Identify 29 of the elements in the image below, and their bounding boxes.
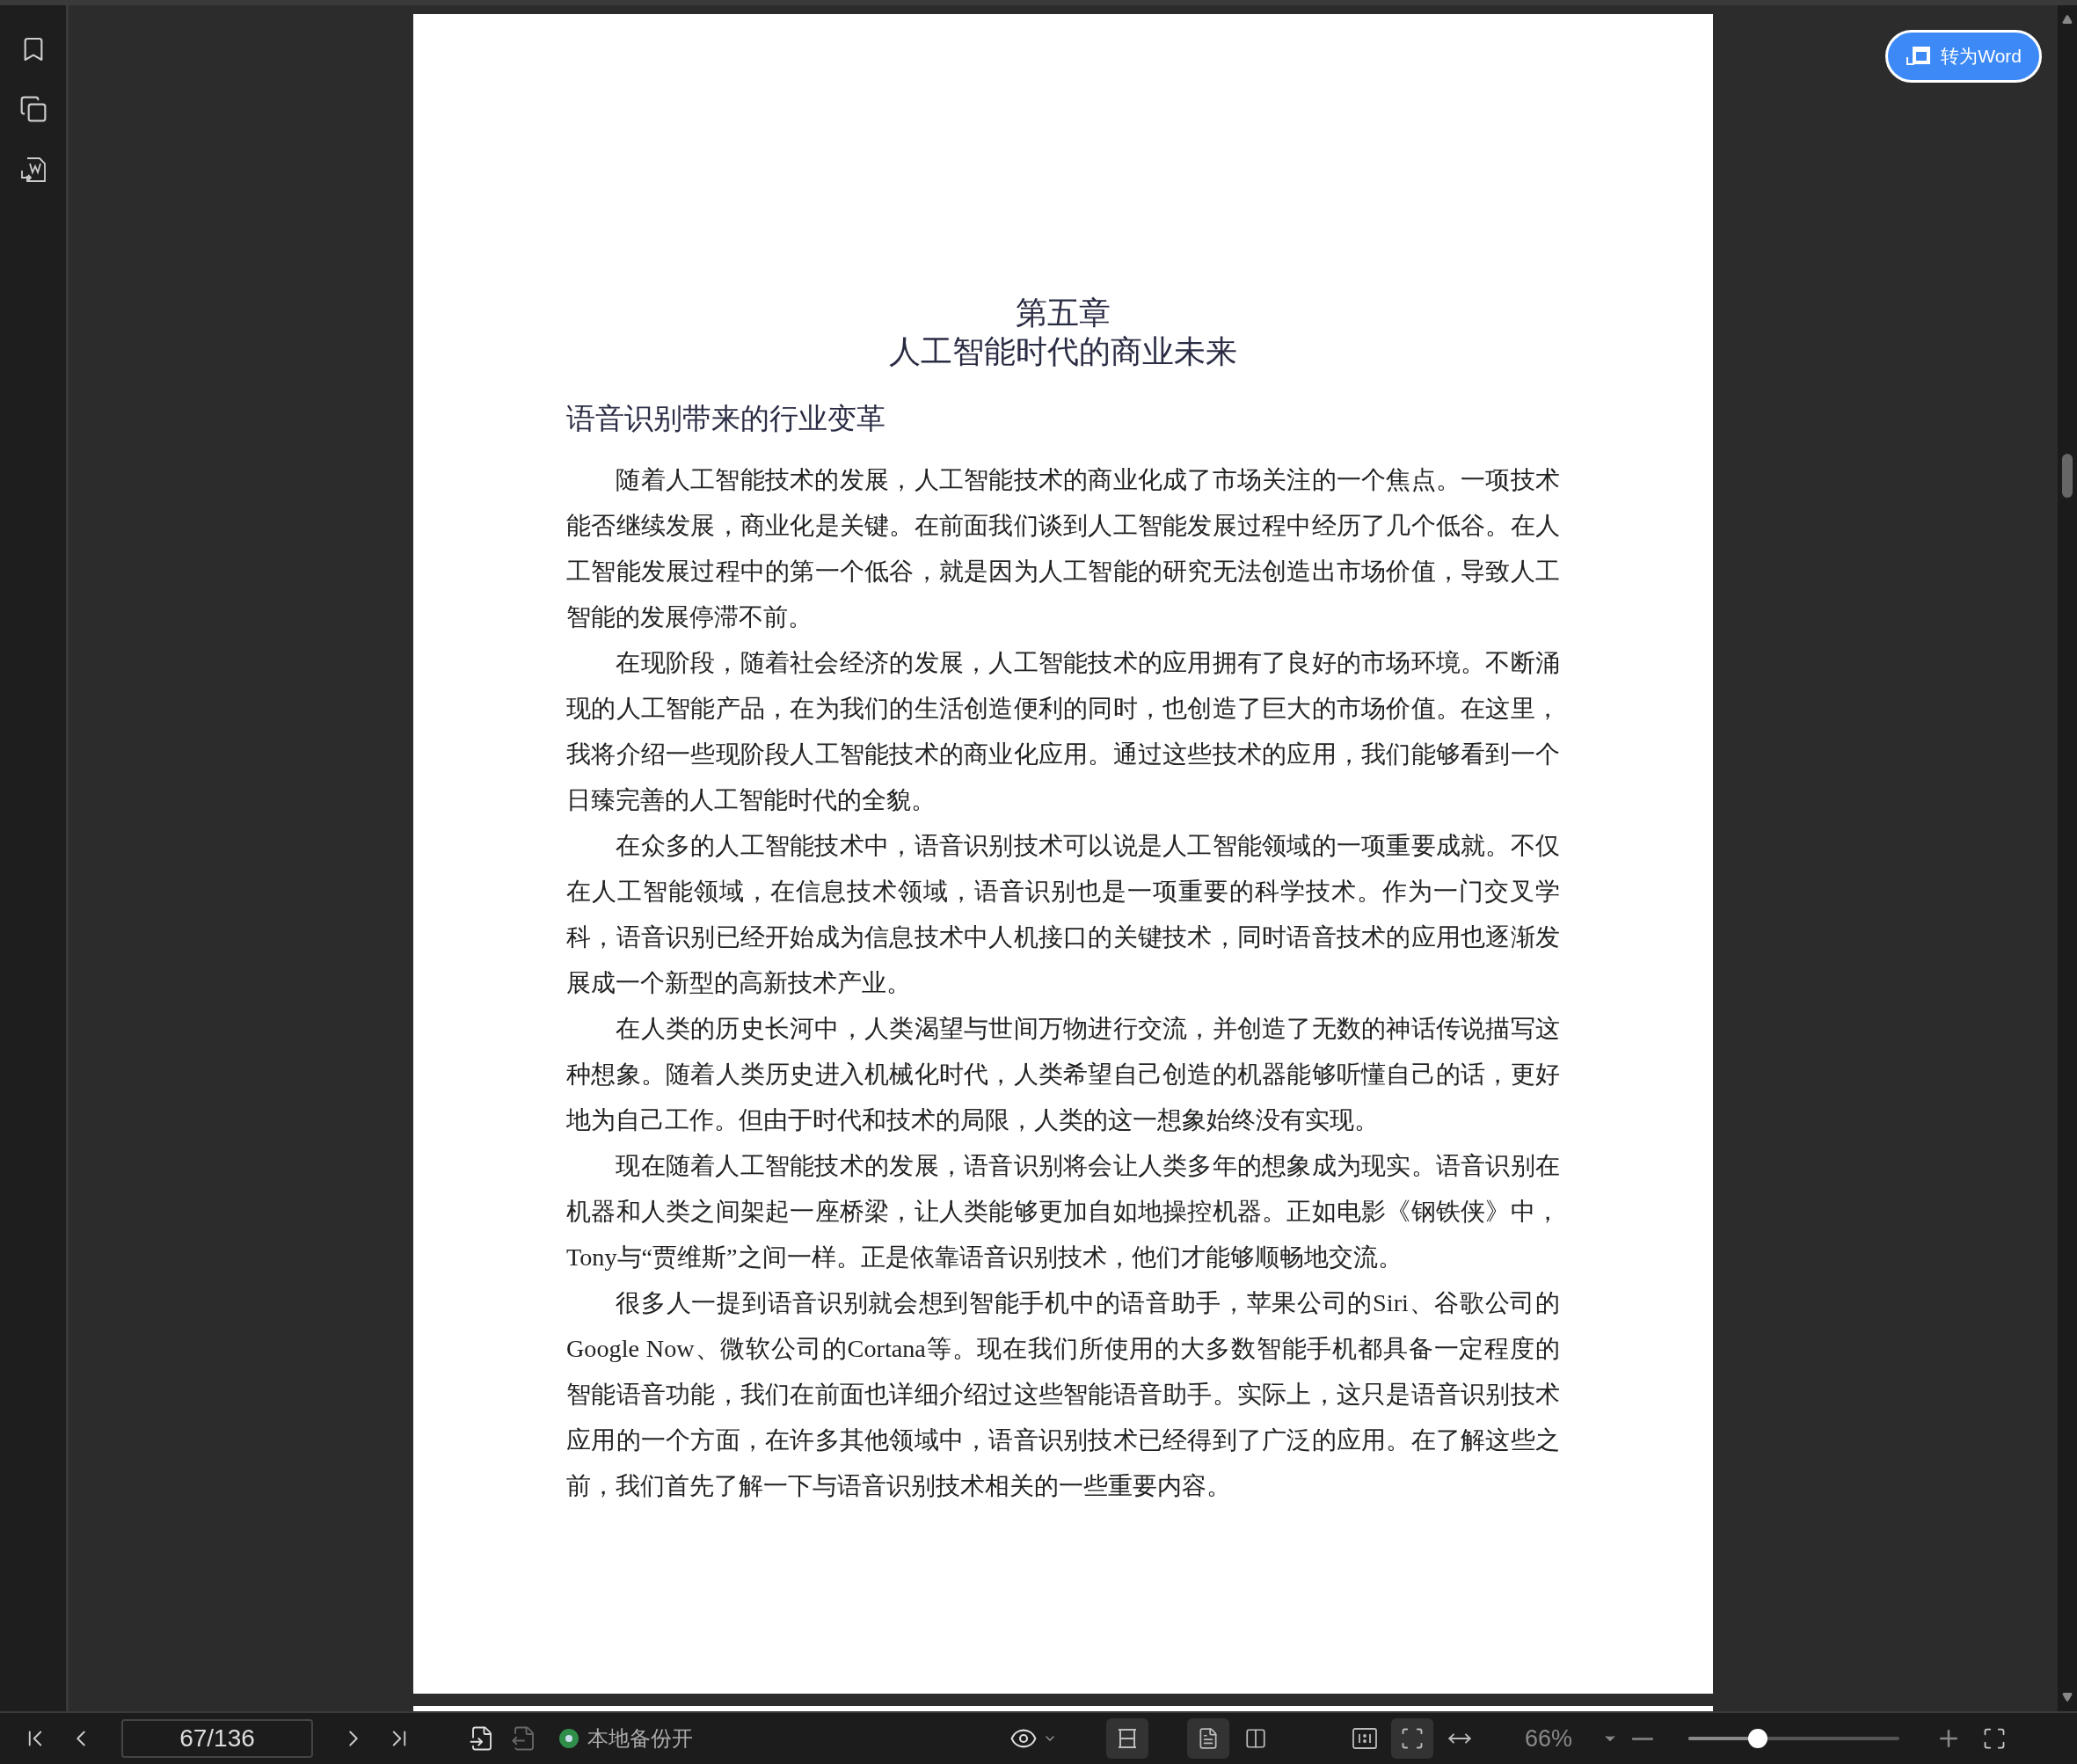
body-paragraph: 随着人工智能技术的发展，人工智能技术的商业化成了市场关注的一个焦点。一项技术能否继续发展，商业化是关键。在前面我们谈到人工智能发展过程中经历了几个低谷。在人工智能发展过程中的第一个低谷，就是因为人工智能的研究无法创造出市场价值，导致人工智能的发展停滞不前。 bbox=[566, 465, 1560, 632]
scroll-down-icon[interactable] bbox=[2062, 1692, 2073, 1702]
chapter-title: 人工智能时代的商业未来 bbox=[889, 333, 1237, 371]
body-paragraph: 在人类的历史长河中，人类渴望与世间万物进行交流，并创造了无数的神话传说描写这种想象。随着人类历史进入机械化时代，人类希望自己创造的机器能够听懂自己的话，更好地为自己工作。但由于时代和技术的局限，人类的这一想象始终没有实现。 bbox=[566, 1014, 1560, 1135]
body-paragraph: 现在随着人工智能技术的发展，语音识别将会让人类多年的想象成为现实。语音识别在机器和人类之间架起一座桥梁，让人类能够更加自如地操控机器。正如电影《钢铁侠》中， Tony与“贾维斯”之间一样。正是依靠语音识别技术，他们才能够顺畅地交流。 bbox=[566, 1151, 1560, 1272]
page-number-field[interactable]: 67/136 bbox=[121, 1719, 313, 1758]
pages-icon[interactable] bbox=[18, 95, 47, 123]
continuous-scroll-icon bbox=[1116, 1727, 1139, 1750]
scrollbar-thumb[interactable] bbox=[2062, 454, 2073, 498]
convert-to-word-button[interactable]: 转为Word bbox=[1885, 30, 2042, 83]
view-mode-button[interactable] bbox=[1391, 1718, 1433, 1759]
single-page-icon bbox=[1197, 1727, 1220, 1750]
view-mode-button[interactable] bbox=[1187, 1718, 1229, 1759]
body-paragraph: 在众多的人工智能技术中，语音识别技术可以说是人工智能领域的一项重要成就。不仅在人工智能领域，在信息技术领域，语音识别也是一项重要的科学技术。作为一门交叉学科，语音识别已经开始成为信息技术中人机接口的关键技术，同时语音技术的应用也逐渐发展成一个新型的高新技术产业。 bbox=[566, 831, 1560, 998]
scrollbar[interactable] bbox=[2058, 5, 2077, 1711]
section-heading: 语音识别带来的行业变革 bbox=[566, 402, 886, 436]
zoom-percentage[interactable]: 66% bbox=[1525, 1720, 1573, 1757]
minus-icon bbox=[1632, 1737, 1654, 1740]
fit-page-icon bbox=[1400, 1726, 1425, 1751]
body-paragraph: 在现阶段，随着社会经济的发展，人工智能技术的应用拥有了良好的市场环境。不断涌现的人工智能产品，在为我们的生活创造便利的同时，也创造了巨大的市场价值。在这里，我将介绍一些现阶段人工智能技术的商业化应用。通过这些技术的应用，我们能够看到一个日臻完善的人工智能时代的全貌。 bbox=[566, 648, 1560, 815]
view-mode-button[interactable] bbox=[1106, 1718, 1148, 1759]
scroll-up-icon[interactable] bbox=[2062, 14, 2073, 25]
convert-icon bbox=[1906, 45, 1933, 68]
actual-size-icon bbox=[1352, 1728, 1377, 1749]
zoom-slider-thumb[interactable] bbox=[1748, 1729, 1768, 1748]
backup-status-text: 本地备份开 bbox=[587, 1725, 693, 1752]
two-page-icon bbox=[1244, 1727, 1267, 1750]
chapter-number: 第五章 bbox=[1016, 295, 1111, 332]
body-paragraph: 很多人一提到语音识别就会想到智能手机中的语音助手，苹果公司的Siri、谷歌公司的Google Now、微软公司的Cortana等。现在我们所使用的大多数智能手机都具备一定程度的智能语音功能，我们在前面也详细介绍过这些智能语音助手。实际上，这只是语音识别技术应用的一个方面，在许多其他领域中，语音识别技术已经得到了广泛的应用。在了解这些之前，我们首先了解一下与语音识别技术相关的一些重要内容。 bbox=[566, 1288, 1560, 1501]
